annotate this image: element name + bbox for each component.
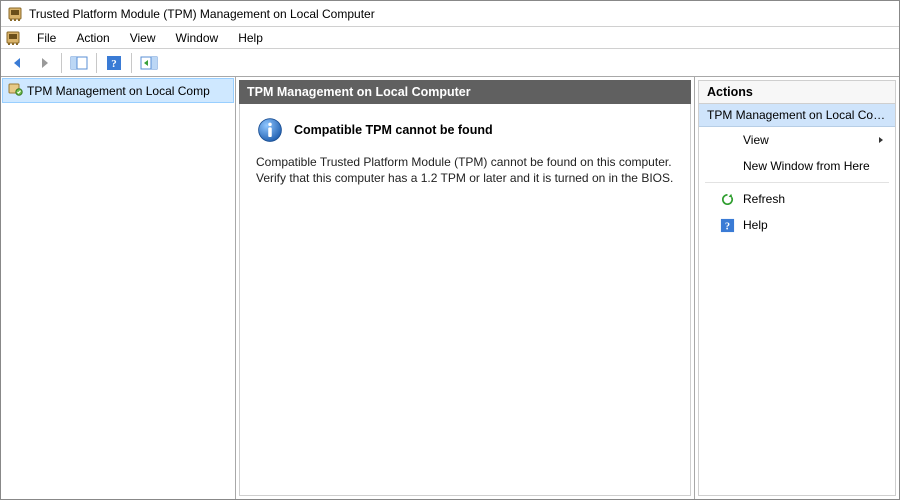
forward-button[interactable] [32,51,56,75]
action-label: Help [743,218,768,232]
message-body: Compatible Trusted Platform Module (TPM)… [256,154,674,186]
svg-text:?: ? [724,221,729,232]
toolbar-separator [96,53,97,73]
help-button[interactable]: ? [102,51,126,75]
show-hide-action-pane-button[interactable] [137,51,161,75]
action-view[interactable]: View [699,127,895,153]
toolbar: ? [1,49,899,77]
refresh-icon [719,191,735,207]
blank-icon [719,158,735,174]
tpm-app-icon [5,30,21,46]
window-title: Trusted Platform Module (TPM) Management… [29,7,375,21]
action-refresh[interactable]: Refresh [699,186,895,212]
action-help[interactable]: ? Help [699,212,895,238]
help-icon: ? [719,217,735,233]
menubar: File Action View Window Help [1,27,899,49]
tree-node-label: TPM Management on Local Comp [27,84,210,98]
actions-list: TPM Management on Local Computer View Ne… [698,104,896,496]
back-button[interactable] [6,51,30,75]
action-label: Refresh [743,192,785,206]
submenu-arrow-icon [877,133,885,147]
menu-file[interactable]: File [27,29,66,47]
action-label: View [743,133,769,147]
svg-text:?: ? [111,58,117,70]
content-pane: TPM Management on Local Computer [236,77,694,499]
message-title: Compatible TPM cannot be found [294,123,493,137]
tree-node-tpm-management[interactable]: TPM Management on Local Comp [2,78,234,103]
separator [705,182,889,183]
menu-window[interactable]: Window [166,29,229,47]
menu-help[interactable]: Help [228,29,273,47]
menu-action[interactable]: Action [66,29,119,47]
actions-context-label: TPM Management on Local Computer [699,104,895,127]
actions-header: Actions [698,80,896,104]
actions-pane: Actions TPM Management on Local Computer… [694,77,899,499]
content-header: TPM Management on Local Computer [239,80,691,104]
action-new-window[interactable]: New Window from Here [699,153,895,179]
tpm-app-icon [7,6,23,22]
show-hide-tree-button[interactable] [67,51,91,75]
message-header-row: Compatible TPM cannot be found [256,116,674,144]
blank-icon [719,132,735,148]
menu-view[interactable]: View [120,29,166,47]
tpm-node-icon [7,81,23,100]
tree-pane: TPM Management on Local Comp [1,77,236,499]
toolbar-separator [131,53,132,73]
content-body: Compatible TPM cannot be found Compatibl… [239,104,691,496]
info-icon [256,116,284,144]
workspace: TPM Management on Local Comp TPM Managem… [1,77,899,499]
action-label: New Window from Here [743,159,870,173]
toolbar-separator [61,53,62,73]
titlebar: Trusted Platform Module (TPM) Management… [1,1,899,27]
